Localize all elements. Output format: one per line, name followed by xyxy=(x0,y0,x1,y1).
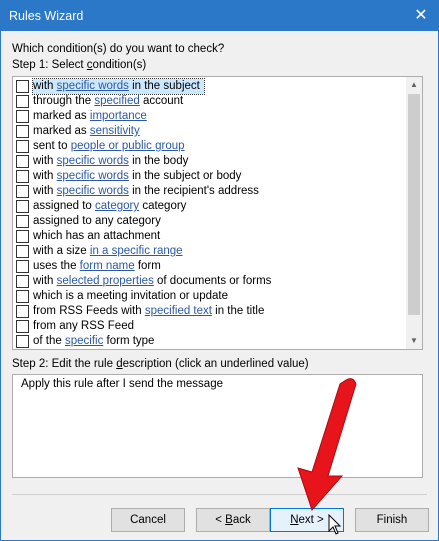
condition-checkbox[interactable] xyxy=(16,260,29,273)
finish-button[interactable]: Finish xyxy=(355,508,429,532)
scroll-down-icon[interactable]: ▼ xyxy=(406,333,422,349)
condition-label: with specific words in the subject or bo… xyxy=(33,170,242,182)
condition-value-link[interactable]: specified xyxy=(94,95,139,107)
condition-label: with selected properties of documents or… xyxy=(33,275,272,287)
condition-checkbox[interactable] xyxy=(16,230,29,243)
condition-value-link[interactable]: specified text xyxy=(145,305,212,317)
condition-row[interactable]: with specific words in the subject xyxy=(13,78,405,95)
condition-label: through the specified account xyxy=(33,95,184,107)
condition-row[interactable]: uses the form name form xyxy=(13,259,405,274)
condition-row[interactable]: with selected properties of documents or… xyxy=(13,274,405,289)
condition-value-link[interactable]: form name xyxy=(80,260,135,272)
condition-label: marked as importance xyxy=(33,110,147,122)
back-button[interactable]: < Back xyxy=(196,508,270,532)
conditions-prompt: Which condition(s) do you want to check? xyxy=(12,43,225,55)
condition-row[interactable]: with specific words in the recipient's a… xyxy=(13,184,405,199)
condition-label: which has an attachment xyxy=(33,230,161,242)
condition-row[interactable]: assigned to any category xyxy=(13,214,405,229)
step2-label: Step 2: Edit the rule description (click… xyxy=(12,358,309,370)
condition-value-link[interactable]: selected properties xyxy=(57,275,154,287)
rule-description-text: Apply this rule after I send the message xyxy=(21,378,223,390)
condition-checkbox[interactable] xyxy=(16,215,29,228)
condition-row[interactable]: through the specified account xyxy=(13,94,405,109)
condition-value-link[interactable]: people or public group xyxy=(71,140,185,152)
cancel-button[interactable]: Cancel xyxy=(111,508,185,532)
condition-checkbox[interactable] xyxy=(16,170,29,183)
step1-label: Step 1: Select condition(s) xyxy=(12,59,147,71)
condition-value-link[interactable]: category xyxy=(95,200,139,212)
condition-label: assigned to any category xyxy=(33,215,161,227)
condition-checkbox[interactable] xyxy=(16,155,29,168)
divider xyxy=(12,494,427,495)
scroll-thumb[interactable] xyxy=(408,94,420,315)
condition-checkbox[interactable] xyxy=(16,320,29,333)
condition-value-link[interactable]: specific words xyxy=(57,80,129,92)
condition-label: sent to people or public group xyxy=(33,140,185,152)
condition-label: from RSS Feeds with specified text in th… xyxy=(33,305,265,317)
condition-label: with a size in a specific range xyxy=(33,245,183,257)
condition-checkbox[interactable] xyxy=(16,125,29,138)
condition-value-link[interactable]: importance xyxy=(90,110,147,122)
condition-label: with specific words in the body xyxy=(33,155,189,167)
condition-label: assigned to category category xyxy=(33,200,187,212)
rules-wizard-dialog: Rules Wizard ✕ Which condition(s) do you… xyxy=(0,0,439,541)
condition-checkbox[interactable] xyxy=(16,245,29,258)
condition-checkbox[interactable] xyxy=(16,95,29,108)
condition-checkbox[interactable] xyxy=(16,200,29,213)
condition-value-link[interactable]: in a specific range xyxy=(90,245,183,257)
condition-label: uses the form name form xyxy=(33,260,161,272)
condition-label: from any RSS Feed xyxy=(33,320,134,332)
condition-row[interactable]: from any RSS Feed xyxy=(13,319,405,334)
mouse-cursor-icon xyxy=(328,514,342,535)
condition-checkbox[interactable] xyxy=(16,140,29,153)
window-title: Rules Wizard xyxy=(9,9,84,23)
condition-row[interactable]: marked as sensitivity xyxy=(13,124,405,139)
condition-row[interactable]: with a size in a specific range xyxy=(13,244,405,259)
conditions-scrollbar[interactable]: ▲ ▼ xyxy=(406,77,422,349)
condition-checkbox[interactable] xyxy=(16,335,29,348)
condition-label: of the specific form type xyxy=(33,335,155,347)
condition-checkbox[interactable] xyxy=(16,80,29,93)
condition-row[interactable]: sent to people or public group xyxy=(13,139,405,154)
condition-label: marked as sensitivity xyxy=(33,125,140,137)
condition-row[interactable]: which has an attachment xyxy=(13,229,405,244)
condition-value-link[interactable]: specific words xyxy=(57,185,129,197)
condition-checkbox[interactable] xyxy=(16,305,29,318)
condition-label: with specific words in the recipient's a… xyxy=(33,185,259,197)
title-bar: Rules Wizard ✕ xyxy=(1,1,438,31)
rule-description-box[interactable]: Apply this rule after I send the message xyxy=(12,374,423,478)
scroll-up-icon[interactable]: ▲ xyxy=(406,77,422,93)
condition-label: with specific words in the subject xyxy=(32,78,205,95)
condition-row[interactable]: marked as importance xyxy=(13,109,405,124)
condition-row[interactable]: from RSS Feeds with specified text in th… xyxy=(13,304,405,319)
condition-row[interactable]: with specific words in the body xyxy=(13,154,405,169)
condition-row[interactable]: with specific words in the subject or bo… xyxy=(13,169,405,184)
condition-checkbox[interactable] xyxy=(16,110,29,123)
condition-checkbox[interactable] xyxy=(16,185,29,198)
condition-label: which is a meeting invitation or update xyxy=(33,290,228,302)
condition-value-link[interactable]: sensitivity xyxy=(90,125,140,137)
condition-value-link[interactable]: specific words xyxy=(57,155,129,167)
condition-checkbox[interactable] xyxy=(16,290,29,303)
condition-row[interactable]: of the specific form type xyxy=(13,334,405,349)
condition-row[interactable]: which is a meeting invitation or update xyxy=(13,289,405,304)
condition-value-link[interactable]: specific words xyxy=(57,170,129,182)
conditions-list[interactable]: with specific words in the subject throug… xyxy=(12,76,423,350)
close-icon[interactable]: ✕ xyxy=(404,1,438,31)
condition-value-link[interactable]: specific xyxy=(65,335,103,347)
condition-checkbox[interactable] xyxy=(16,275,29,288)
condition-row[interactable]: assigned to category category xyxy=(13,199,405,214)
